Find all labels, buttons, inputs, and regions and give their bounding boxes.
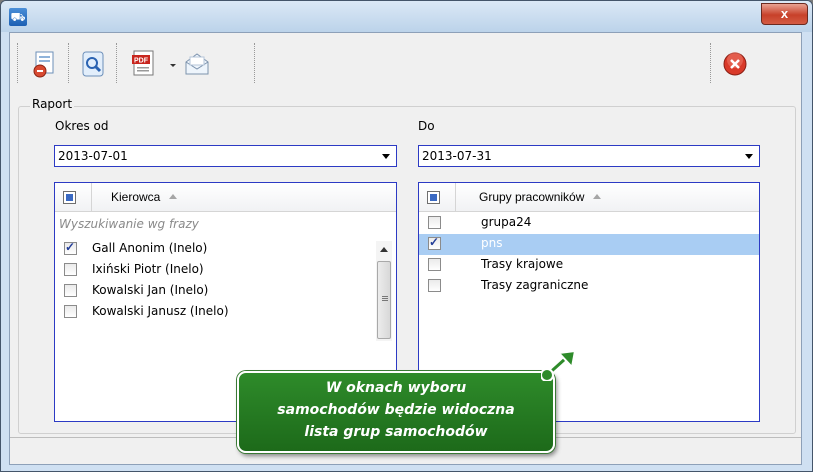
list-item[interactable]: Gall Anonim (Inelo) <box>55 239 396 260</box>
svg-text:PDF: PDF <box>134 58 149 65</box>
callout-line: lista grup samochodów <box>304 424 488 440</box>
date-from-label: Okres od <box>55 119 109 133</box>
list-item[interactable]: Kowalski Jan (Inelo) <box>55 281 396 302</box>
export-dropdown-button[interactable] <box>167 49 179 79</box>
callout-tooltip: W oknach wyboru samochodów będzie widocz… <box>237 371 555 453</box>
row-checkbox[interactable] <box>428 216 441 229</box>
list-item[interactable]: Trasy krajowe <box>419 255 759 276</box>
grip-icon <box>382 296 388 297</box>
date-to-value: 2013-07-31 <box>422 149 492 163</box>
select-all-checkbox[interactable] <box>63 191 76 204</box>
generate-report-button[interactable] <box>30 49 60 79</box>
list-item[interactable]: Trasy zagraniczne <box>419 276 759 297</box>
report-window: ⛟ x PDF Raport Okres od 2013-07-01 Do 20… <box>0 0 813 472</box>
column-separator <box>455 183 456 211</box>
report-icon <box>30 51 60 82</box>
driver-name: Kowalski Jan (Inelo) <box>92 283 209 297</box>
pdf-icon: PDF <box>128 50 158 82</box>
date-to-combo[interactable]: 2013-07-31 <box>418 145 760 167</box>
callout-line: W oknach wyboru <box>325 380 467 396</box>
group-name: grupa24 <box>481 215 532 229</box>
dropdown-arrow-icon <box>167 64 179 82</box>
callout-line: samochodów będzie widoczna <box>277 402 515 418</box>
row-checkbox[interactable] <box>428 279 441 292</box>
toolbar: PDF <box>10 33 801 93</box>
sort-ascending-icon <box>169 194 178 199</box>
send-email-button[interactable] <box>182 49 212 79</box>
column-header-kierowca[interactable]: Kierowca <box>111 190 178 204</box>
row-checkbox[interactable] <box>64 240 77 255</box>
list-item[interactable]: grupa24 <box>419 213 759 234</box>
row-checkbox[interactable] <box>64 284 77 297</box>
list-item[interactable]: Ixiński Piotr (Inelo) <box>55 260 396 281</box>
group-name: Trasy krajowe <box>481 257 564 271</box>
filter-input[interactable]: Wyszukiwanie wg frazy <box>59 217 199 231</box>
callout-pointer-icon <box>540 347 581 382</box>
scroll-thumb[interactable] <box>377 261 391 339</box>
toolbar-separator <box>710 43 712 83</box>
group-name: pns <box>481 236 503 250</box>
toolbar-separator <box>68 43 70 83</box>
list-item[interactable]: Kowalski Janusz (Inelo) <box>55 302 396 323</box>
date-from-value: 2013-07-01 <box>58 149 128 163</box>
select-all-checkbox[interactable] <box>427 191 440 204</box>
drivers-grid-header: Kierowca <box>55 183 396 212</box>
date-from-combo[interactable]: 2013-07-01 <box>54 145 397 167</box>
column-separator <box>91 183 92 211</box>
group-name: Trasy zagraniczne <box>481 278 589 292</box>
toolbar-separator <box>17 43 19 83</box>
window-close-button[interactable]: x <box>761 3 808 25</box>
driver-name: Gall Anonim (Inelo) <box>92 241 208 255</box>
list-item-selected[interactable]: pns <box>419 234 759 255</box>
column-header-grupy[interactable]: Grupy pracowników <box>479 190 602 204</box>
close-report-button[interactable] <box>720 49 750 79</box>
toolbar-separator <box>116 43 118 83</box>
row-checkbox[interactable] <box>64 263 77 276</box>
date-to-label: Do <box>418 119 435 133</box>
chevron-down-icon <box>382 154 390 159</box>
row-checkbox[interactable] <box>428 235 441 250</box>
title-bar: ⛟ x <box>1 1 812 32</box>
close-report-icon <box>720 52 750 82</box>
row-checkbox[interactable] <box>428 258 441 271</box>
vertical-scrollbar[interactable] <box>376 241 392 341</box>
email-icon <box>182 53 212 82</box>
app-icon: ⛟ <box>9 8 27 26</box>
row-checkbox[interactable] <box>64 305 77 318</box>
toolbar-separator <box>254 43 256 83</box>
sort-ascending-icon <box>593 194 602 199</box>
scroll-up-icon[interactable] <box>380 247 388 252</box>
driver-name: Kowalski Janusz (Inelo) <box>92 304 229 318</box>
report-group-title: Raport <box>30 97 75 111</box>
driver-name: Ixiński Piotr (Inelo) <box>92 262 204 276</box>
search-icon <box>78 51 108 82</box>
chevron-down-icon <box>745 154 753 159</box>
groups-grid-header: Grupy pracowników <box>419 183 759 212</box>
preview-button[interactable] <box>78 49 108 79</box>
export-pdf-button[interactable]: PDF <box>128 49 168 79</box>
